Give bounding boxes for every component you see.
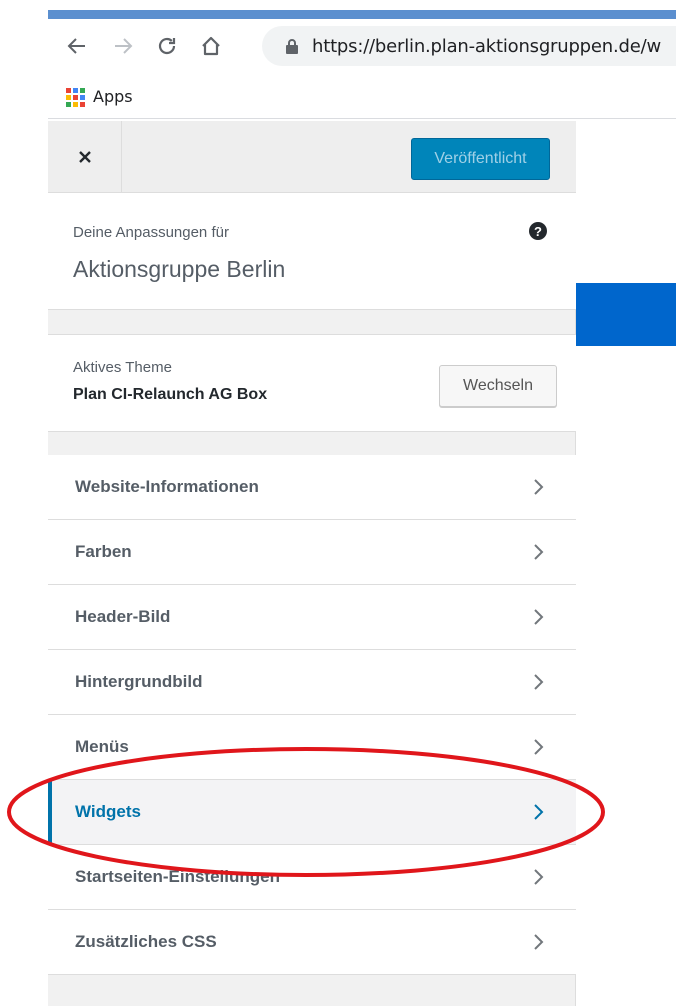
menu-item-label: Hintergrundbild bbox=[75, 672, 203, 691]
site-title: Aktionsgruppe Berlin bbox=[73, 256, 286, 282]
chevron-right-icon bbox=[534, 804, 544, 820]
theme-name: Plan CI-Relaunch AG Box bbox=[73, 386, 268, 403]
help-icon[interactable]: ? bbox=[529, 222, 547, 240]
back-button[interactable] bbox=[62, 31, 92, 61]
menu-item-label: Startseiten-Einstellungen bbox=[75, 867, 280, 886]
menu-item-label: Header-Bild bbox=[75, 607, 171, 626]
chevron-right-icon bbox=[534, 934, 544, 950]
menu-item-hintergrundbild[interactable]: Hintergrundbild bbox=[48, 650, 576, 715]
menu-item-zusätzliches-css[interactable]: Zusätzliches CSS bbox=[48, 910, 576, 975]
home-icon bbox=[202, 36, 220, 56]
chevron-right-icon bbox=[534, 869, 544, 885]
menu-item-label: Widgets bbox=[75, 802, 141, 821]
menu-item-label: Website-Informationen bbox=[75, 477, 259, 496]
chevron-right-icon bbox=[534, 674, 544, 690]
change-theme-button[interactable]: Wechseln bbox=[439, 365, 557, 407]
chevron-right-icon bbox=[534, 609, 544, 625]
back-icon bbox=[67, 38, 85, 54]
active-theme-label: Aktives Theme bbox=[73, 359, 172, 376]
menu-item-label: Menüs bbox=[75, 737, 129, 756]
apps-bookmark[interactable]: Apps bbox=[93, 87, 133, 106]
chevron-right-icon bbox=[534, 479, 544, 495]
menu-item-website-informationen[interactable]: Website-Informationen bbox=[48, 455, 576, 520]
url-text: https://berlin.plan-aktionsgruppen.de/w bbox=[312, 36, 662, 57]
publish-button[interactable]: Veröffentlicht bbox=[411, 138, 550, 180]
lock-icon bbox=[286, 39, 298, 54]
menu-item-label: Zusätzliches CSS bbox=[75, 932, 217, 951]
customizer-panel: Veröffentlicht Deine Anpassungen für Akt… bbox=[48, 121, 576, 1006]
menu-item-header-bild[interactable]: Header-Bild bbox=[48, 585, 576, 650]
customizer-menu: Website-Informationen Farben Header-Bild Hi… bbox=[48, 455, 576, 975]
menu-item-label: Farben bbox=[75, 542, 132, 561]
reload-icon bbox=[158, 37, 176, 55]
chevron-right-icon bbox=[534, 544, 544, 560]
home-button[interactable] bbox=[196, 31, 226, 61]
browser-top-bar bbox=[48, 10, 676, 19]
close-button[interactable] bbox=[48, 121, 122, 193]
menu-item-startseiten-einstellungen[interactable]: Startseiten-Einstellungen bbox=[48, 845, 576, 910]
chevron-right-icon bbox=[534, 739, 544, 755]
preview-header-bar bbox=[576, 283, 676, 346]
menu-item-farben[interactable]: Farben bbox=[48, 520, 576, 585]
close-icon bbox=[78, 151, 91, 163]
apps-grid-icon[interactable] bbox=[66, 88, 86, 108]
forward-icon bbox=[115, 38, 133, 54]
menu-item-menüs[interactable]: Menüs bbox=[48, 715, 576, 780]
active-theme-section: Aktives Theme Plan CI-Relaunch AG Box We… bbox=[48, 334, 576, 432]
customize-info: Deine Anpassungen für Aktionsgruppe Berl… bbox=[48, 193, 576, 310]
address-bar[interactable]: https://berlin.plan-aktionsgruppen.de/w bbox=[262, 26, 676, 66]
customize-info-prefix: Deine Anpassungen für bbox=[73, 224, 229, 241]
customizer-header: Veröffentlicht bbox=[48, 121, 576, 193]
bookmarks-bar: Apps bbox=[48, 79, 676, 119]
reload-button[interactable] bbox=[152, 31, 182, 61]
menu-item-widgets[interactable]: Widgets bbox=[48, 780, 576, 845]
browser-nav-row: https://berlin.plan-aktionsgruppen.de/w bbox=[48, 19, 676, 79]
forward-button[interactable] bbox=[108, 31, 138, 61]
